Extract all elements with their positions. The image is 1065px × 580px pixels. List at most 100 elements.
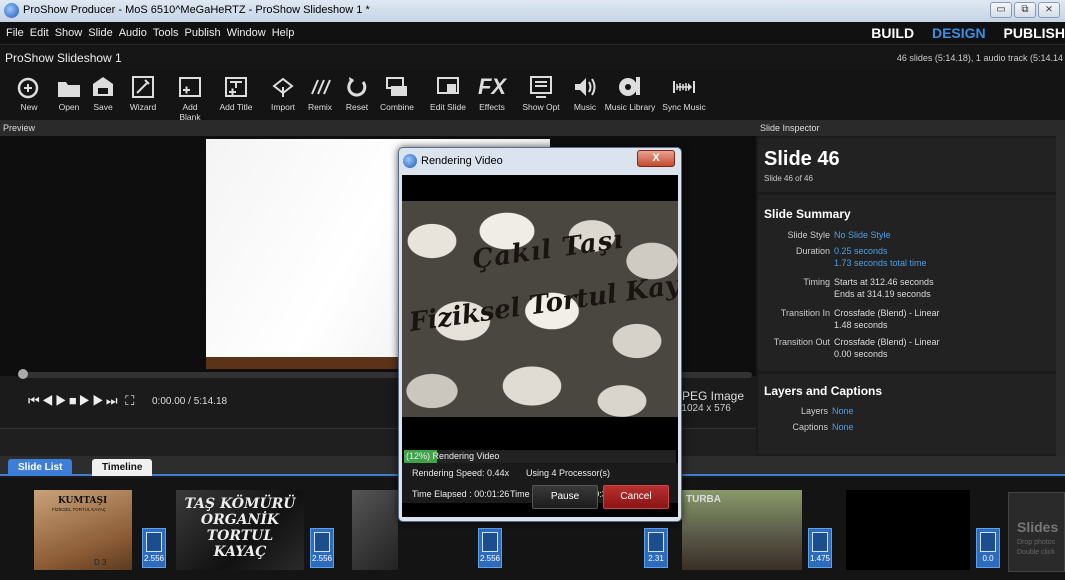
duration-value[interactable]: 0.25 seconds xyxy=(834,246,888,256)
slide-thumbnail[interactable] xyxy=(352,490,398,570)
slide-thumbnail[interactable]: TAŞ KÖMÜRÜ ORGANİK TORTUL KAYAÇ xyxy=(176,490,304,570)
drop-zone-hint-2: Double click xyxy=(1017,549,1055,556)
slide-duration-badge[interactable]: 2.556 xyxy=(478,528,502,568)
timecode: 0:00.00 / 5:14.18 xyxy=(152,396,228,407)
pause-button[interactable]: Pause xyxy=(532,485,598,509)
sync-music-icon xyxy=(661,74,707,100)
slide-duration-badge[interactable]: 2.31 xyxy=(644,528,668,568)
wizard-button[interactable]: Wizard xyxy=(128,74,158,112)
mode-publish[interactable]: PUBLISH xyxy=(1004,25,1065,41)
effects-icon: FX xyxy=(477,74,507,99)
slide-duration-badge[interactable]: 0.0 xyxy=(976,528,1000,568)
wizard-label: Wizard xyxy=(129,102,157,112)
music-button[interactable]: Music xyxy=(570,74,600,112)
tab-slide-list[interactable]: Slide List xyxy=(8,459,73,476)
menu-tools[interactable]: Tools xyxy=(150,22,182,39)
render-speed: Rendering Speed: 0.44x xyxy=(412,468,510,478)
scrubber-knob[interactable] xyxy=(18,369,28,379)
transition-in-duration: 1.48 seconds xyxy=(834,320,888,330)
show-bar: ProShow Slideshow 1 46 slides (5:14.18),… xyxy=(0,44,1065,70)
thumb1-title: KUMTAŞI xyxy=(58,496,108,506)
menu-file[interactable]: File xyxy=(3,22,27,39)
menu-publish[interactable]: Publish xyxy=(182,22,224,39)
open-button[interactable]: Open xyxy=(55,74,83,112)
inspector-scrollbar[interactable] xyxy=(1056,136,1065,456)
add-blank-icon xyxy=(171,74,209,100)
maximize-button[interactable]: ⧉ xyxy=(1014,2,1036,18)
sync-music-label: Sync Music xyxy=(662,102,706,112)
add-blank-button[interactable]: Add Blank xyxy=(171,74,209,122)
show-info: 46 slides (5:14.18), 1 audio track (5:14… xyxy=(896,53,1063,63)
transition-icon xyxy=(314,532,330,552)
image-type: JPEG Image xyxy=(676,389,745,403)
slide-thumbnail[interactable] xyxy=(846,490,970,570)
dialog-body: Çakıl Taşı Fiziksel Tortul Kayaç (12%) R… xyxy=(402,175,678,517)
reset-button[interactable]: Reset xyxy=(344,74,370,112)
sync-music-button[interactable]: Sync Music xyxy=(661,74,707,112)
slide-inspector: Slide 46 Slide 46 of 46 Slide Summary Sl… xyxy=(756,136,1056,456)
add-blank-label: Add Blank xyxy=(179,102,201,122)
reset-label: Reset xyxy=(345,102,369,112)
open-icon xyxy=(55,74,83,100)
slide-duration: 2.556 xyxy=(479,554,501,563)
combine-button[interactable]: Combine xyxy=(379,74,415,112)
add-title-label: Add Title xyxy=(219,102,253,112)
menu-help[interactable]: Help xyxy=(269,22,298,39)
slide-drop-zone[interactable]: Slides Drop photos Double click xyxy=(1008,492,1065,572)
slide-heading-section: Slide 46 Slide 46 of 46 xyxy=(758,138,1056,192)
thumb2-title: TAŞ KÖMÜRÜ ORGANİK TORTUL KAYAÇ xyxy=(184,496,296,560)
transition-icon xyxy=(980,532,996,552)
rendering-dialog: Rendering Video X Çakıl Taşı Fiziksel To… xyxy=(398,147,682,522)
tab-timeline[interactable]: Timeline xyxy=(92,459,153,476)
menu-edit[interactable]: Edit xyxy=(27,22,52,39)
slide-duration-badge[interactable]: 1.475 xyxy=(808,528,832,568)
image-size: | 1024 x 576 xyxy=(676,403,731,414)
transition-icon xyxy=(146,532,162,552)
mode-build[interactable]: BUILD xyxy=(871,25,914,41)
add-title-button[interactable]: Add Title xyxy=(219,74,253,112)
dialog-close-button[interactable]: X xyxy=(637,150,675,167)
transition-out-value: Crossfade (Blend) - Linear xyxy=(834,337,940,347)
slide-thumbnail[interactable]: TURBA xyxy=(682,490,802,570)
slide-style-value[interactable]: No Slide Style xyxy=(834,230,891,240)
transition-icon xyxy=(482,532,498,552)
slide-duration: 2.556 xyxy=(311,554,333,563)
layers-value[interactable]: None xyxy=(832,406,854,416)
music-library-button[interactable]: Music Library xyxy=(604,74,656,112)
slide-duration: 2.31 xyxy=(648,554,664,563)
new-button[interactable]: New xyxy=(16,74,42,112)
time-elapsed: Time Elapsed : 00:01:26 xyxy=(412,489,510,499)
cancel-button[interactable]: Cancel xyxy=(603,485,669,509)
import-button[interactable]: Import xyxy=(268,74,298,112)
transport-controls[interactable]: ⏮◀▶■▶▶⏭ ⛶ xyxy=(28,393,136,409)
minimize-button[interactable]: ▭ xyxy=(990,2,1012,18)
edit-slide-label: Edit Slide xyxy=(430,102,466,112)
inspector-header: Slide Inspector xyxy=(756,120,1065,136)
transition-out-label: Transition Out xyxy=(773,337,830,347)
captions-value[interactable]: None xyxy=(832,422,854,432)
slide-duration-badge[interactable]: 2.556 xyxy=(310,528,334,568)
music-label: Music xyxy=(573,102,597,112)
slide-duration-badge[interactable]: 2.556 xyxy=(142,528,166,568)
save-button[interactable]: Save xyxy=(89,74,117,112)
edit-slide-button[interactable]: Edit Slide xyxy=(430,74,466,112)
remix-icon xyxy=(305,74,335,100)
close-window-button[interactable]: ⨯ xyxy=(1038,2,1060,18)
show-name: ProShow Slideshow 1 xyxy=(5,51,122,65)
effects-button[interactable]: FX Effects xyxy=(477,74,507,112)
window-title: ProShow Producer - MoS 6510^MeGaHeRTZ - … xyxy=(23,4,370,16)
show-opt-button[interactable]: Show Opt xyxy=(522,74,560,112)
menu-slide[interactable]: Slide xyxy=(85,22,115,39)
duration-label: Duration xyxy=(795,246,830,256)
slide-duration: 2.556 xyxy=(143,554,165,563)
menu-window[interactable]: Window xyxy=(224,22,269,39)
menu-show[interactable]: Show xyxy=(52,22,86,39)
mode-design[interactable]: DESIGN xyxy=(932,25,986,41)
slide-thumbnail[interactable]: KUMTAŞI FİZİKSEL TORTUL KAYAÇ D 3 xyxy=(34,490,132,570)
remix-button[interactable]: Remix xyxy=(305,74,335,112)
frame-title-line1: Çakıl Taşı xyxy=(470,224,626,276)
thumb1-code: D 3 xyxy=(94,558,107,567)
layers-label: Layers xyxy=(800,406,828,416)
menu-audio[interactable]: Audio xyxy=(116,22,150,39)
save-icon xyxy=(89,74,117,100)
